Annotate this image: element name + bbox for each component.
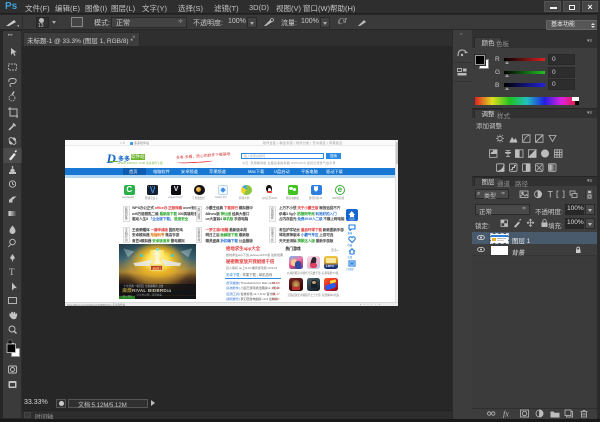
svg-text:T: T [9, 267, 15, 277]
svg-text:fx: fx [503, 410, 509, 419]
svg-text:T: T [548, 190, 554, 200]
